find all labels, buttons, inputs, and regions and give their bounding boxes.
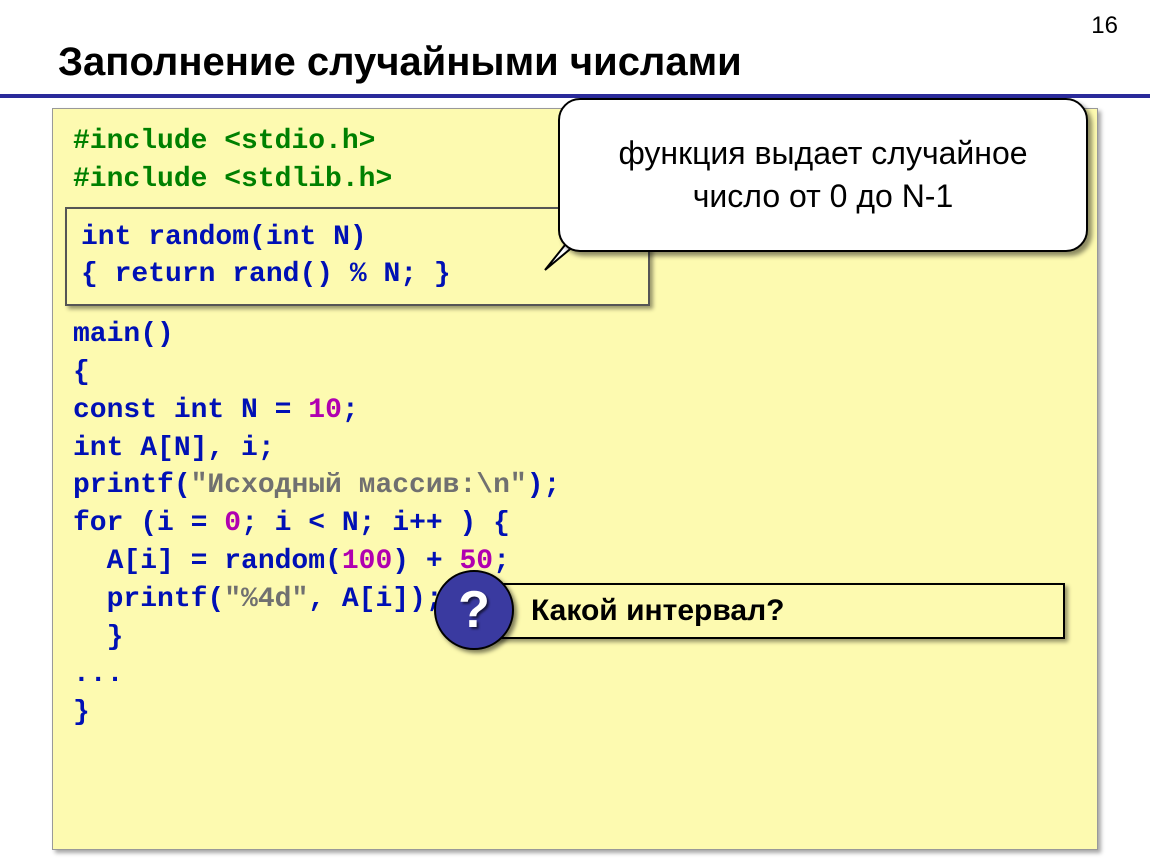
code-text: "%4d" bbox=[224, 584, 308, 615]
question-badge: ? bbox=[434, 570, 514, 650]
code-text: printf( bbox=[73, 470, 191, 501]
code-text: <stdio.h> bbox=[224, 126, 375, 157]
code-text: ; i < N; i++ ) { bbox=[241, 508, 510, 539]
code-text: int bbox=[266, 222, 316, 253]
question-box: Какой интервал? bbox=[465, 583, 1065, 639]
code-text: int bbox=[73, 433, 123, 464]
code-text: random( bbox=[131, 222, 265, 253]
code-text: int bbox=[81, 222, 131, 253]
code-text: A[i] = random( bbox=[73, 546, 342, 577]
code-text: ) + bbox=[392, 546, 459, 577]
page-title: Заполнение случайными числами bbox=[58, 40, 742, 85]
question-text: Какой интервал? bbox=[531, 594, 784, 628]
code-text: } bbox=[73, 697, 90, 728]
code-text: , A[i]); bbox=[308, 584, 442, 615]
code-text: #include bbox=[73, 164, 224, 195]
code-text: const bbox=[73, 395, 157, 426]
code-text: printf( bbox=[73, 584, 224, 615]
code-text: N = bbox=[224, 395, 308, 426]
code-text: main() bbox=[73, 319, 174, 350]
code-text: return bbox=[115, 259, 216, 290]
code-text: for bbox=[73, 508, 123, 539]
code-text: int bbox=[174, 395, 224, 426]
code-text: ... bbox=[73, 659, 123, 690]
code-text: <stdlib.h> bbox=[224, 164, 392, 195]
code-text: #include bbox=[73, 126, 224, 157]
code-text: { bbox=[73, 357, 90, 388]
code-text: N) bbox=[316, 222, 366, 253]
code-text: ); bbox=[527, 470, 561, 501]
code-text: ; bbox=[493, 546, 510, 577]
question-mark-icon: ? bbox=[458, 580, 490, 640]
code-text: A[N], i; bbox=[123, 433, 274, 464]
code-text: ; bbox=[342, 395, 359, 426]
callout-bubble: функция выдает случайное число от 0 до N… bbox=[558, 98, 1088, 252]
code-text: { bbox=[81, 259, 115, 290]
code-text: 10 bbox=[308, 395, 342, 426]
code-text: "Исходный массив:\n" bbox=[191, 470, 527, 501]
code-text: 0 bbox=[224, 508, 241, 539]
callout-text: функция выдает случайное число от 0 до N… bbox=[580, 132, 1066, 218]
code-text: (i = bbox=[123, 508, 224, 539]
code-text: } bbox=[73, 622, 123, 653]
code-text: rand() % N; } bbox=[215, 259, 450, 290]
code-text bbox=[157, 395, 174, 426]
page-number: 16 bbox=[1091, 12, 1118, 40]
code-text: 100 bbox=[342, 546, 392, 577]
